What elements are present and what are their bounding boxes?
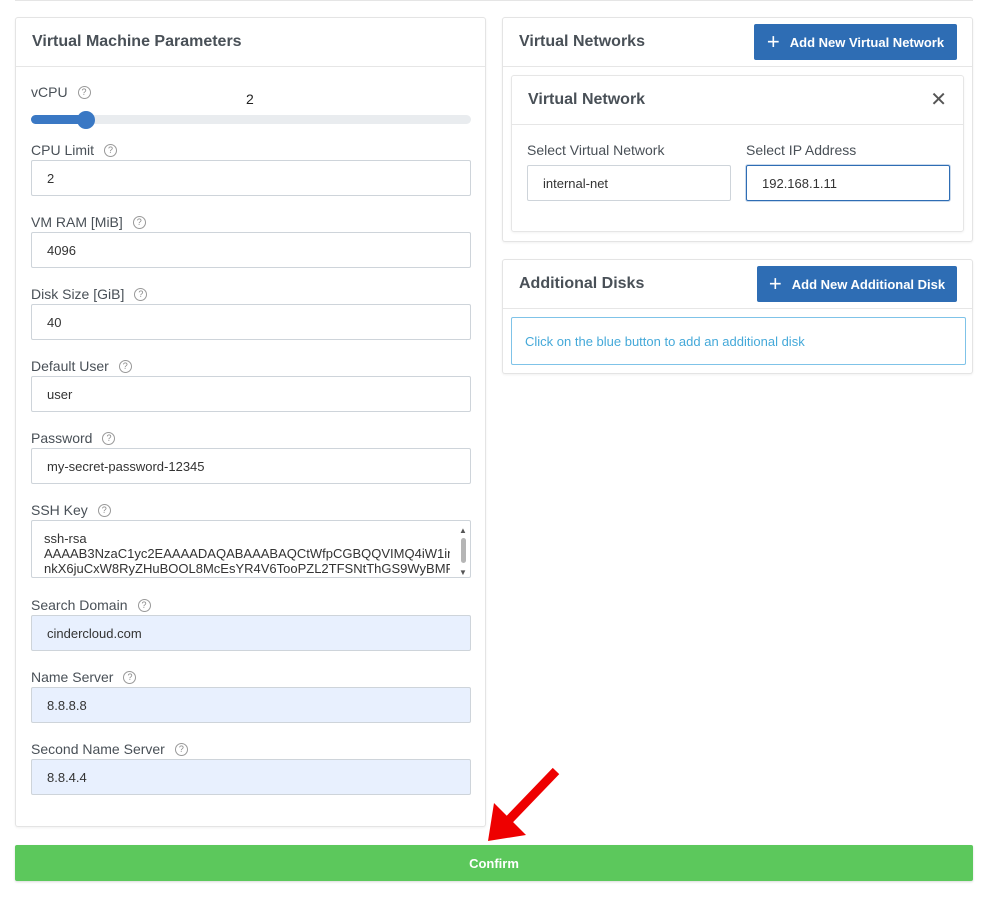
ssh-key-line-2: AAAAB3NzaC1yc2EAAAADAQABAAABAQCtWfpCGBQQ…	[44, 546, 450, 561]
help-icon[interactable]: ?	[97, 503, 111, 517]
arrow-shaft	[502, 767, 560, 827]
vm-parameters-header: Virtual Machine Parameters	[16, 18, 485, 67]
vcpu-slider[interactable]	[31, 111, 471, 129]
search-domain-label: Search Domain ?	[31, 597, 151, 613]
cpu-limit-label: CPU Limit ?	[31, 142, 118, 158]
second-name-server-label-text: Second Name Server	[31, 741, 165, 757]
help-icon[interactable]: ?	[123, 670, 137, 684]
password-label: Password ?	[31, 430, 116, 446]
vcpu-slider-thumb[interactable]	[76, 111, 95, 129]
add-virtual-network-label: Add New Virtual Network	[789, 34, 945, 50]
name-server-label-text: Name Server	[31, 669, 114, 685]
select-ip-address-field[interactable]: 192.168.1.11	[746, 165, 950, 201]
default-user-input[interactable]: user	[31, 376, 471, 412]
virtual-network-item-title: Virtual Network	[528, 91, 646, 108]
select-ip-address-label: Select IP Address	[746, 142, 857, 158]
add-additional-disk-label: Add New Additional Disk	[791, 276, 946, 292]
cpu-limit-input[interactable]: 2	[31, 160, 471, 196]
help-icon[interactable]: ?	[104, 143, 118, 157]
cpu-limit-label-text: CPU Limit	[31, 142, 95, 158]
vm-ram-label: VM RAM [MiB] ?	[31, 214, 146, 230]
additional-disks-title: Additional Disks	[519, 275, 645, 292]
disk-size-input[interactable]: 40	[31, 304, 471, 340]
add-additional-disk-button[interactable]: + Add New Additional Disk	[757, 266, 957, 302]
scroll-up-icon[interactable]: ▲	[459, 523, 467, 538]
virtual-network-item: Virtual Network ✕ Select Virtual Network…	[511, 75, 964, 232]
additional-disks-empty-message: Click on the blue button to add an addit…	[511, 317, 966, 365]
virtual-network-item-header: Virtual Network ✕	[512, 76, 963, 125]
help-icon[interactable]: ?	[174, 742, 188, 756]
select-virtual-network-label: Select Virtual Network	[527, 142, 665, 158]
virtual-networks-title: Virtual Networks	[519, 33, 645, 50]
default-user-label-text: Default User	[31, 358, 109, 374]
ssh-key-line-1: ssh-rsa	[44, 531, 87, 546]
vm-ram-label-text: VM RAM [MiB]	[31, 214, 123, 230]
second-name-server-label: Second Name Server ?	[31, 741, 188, 757]
plus-icon: +	[766, 29, 780, 54]
vm-parameters-card: Virtual Machine Parameters vCPU ? 2 CPU …	[15, 17, 486, 827]
top-divider	[15, 0, 973, 1]
help-icon[interactable]: ?	[132, 215, 146, 229]
ssh-key-label-text: SSH Key	[31, 502, 88, 518]
close-icon[interactable]: ✕	[930, 90, 947, 110]
vm-parameters-title: Virtual Machine Parameters	[32, 33, 242, 50]
ssh-key-line: ssh-rsa	[44, 531, 450, 546]
confirm-button[interactable]: Confirm	[15, 845, 973, 881]
second-name-server-input[interactable]: 8.8.4.4	[31, 759, 471, 795]
help-icon[interactable]: ?	[137, 598, 151, 612]
ssh-key-line: AAAAB3NzaC1yc2EAAAADAQABAAABAQCtWfpCGBQQ…	[44, 546, 450, 561]
additional-disks-card: Additional Disks + Add New Additional Di…	[502, 259, 973, 374]
name-server-label: Name Server ?	[31, 669, 137, 685]
virtual-networks-card: Virtual Networks + Add New Virtual Netwo…	[502, 17, 973, 242]
default-user-label: Default User ?	[31, 358, 132, 374]
ssh-key-textarea[interactable]: ssh-rsa AAAAB3NzaC1yc2EAAAADAQABAAABAQCt…	[31, 520, 471, 578]
disk-size-label: Disk Size [GiB] ?	[31, 286, 148, 302]
red-arrow-annotation	[488, 767, 560, 841]
password-input[interactable]: my-secret-password-12345	[31, 448, 471, 484]
ssh-key-line: nkX6juCxW8RyZHuBOOL8McEsYR4V6TooPZL2TFSN…	[44, 561, 450, 576]
ssh-key-line-3: nkX6juCxW8RyZHuBOOL8McEsYR4V6TooPZL2TFSN…	[44, 561, 450, 576]
vm-ram-input[interactable]: 4096	[31, 232, 471, 268]
help-icon[interactable]: ?	[118, 359, 132, 373]
password-label-text: Password	[31, 430, 93, 446]
search-domain-label-text: Search Domain	[31, 597, 128, 613]
search-domain-input[interactable]: cindercloud.com	[31, 615, 471, 651]
vcpu-label: vCPU ?	[31, 84, 91, 100]
scroll-down-icon[interactable]: ▼	[459, 565, 467, 577]
plus-icon: +	[768, 271, 782, 296]
vcpu-value: 2	[246, 91, 254, 107]
vcpu-label-text: vCPU	[31, 84, 68, 100]
name-server-input[interactable]: 8.8.8.8	[31, 687, 471, 723]
scroll-thumb[interactable]	[461, 538, 466, 563]
help-icon[interactable]: ?	[77, 85, 91, 99]
help-icon[interactable]: ?	[102, 431, 116, 445]
select-virtual-network-field[interactable]: internal-net	[527, 165, 731, 201]
add-virtual-network-button[interactable]: + Add New Virtual Network	[754, 24, 957, 60]
ssh-key-label: SSH Key ?	[31, 502, 111, 518]
ssh-key-scrollbar[interactable]: ▲ ▼	[458, 523, 468, 577]
help-icon[interactable]: ?	[134, 287, 148, 301]
disk-size-label-text: Disk Size [GiB]	[31, 286, 125, 302]
